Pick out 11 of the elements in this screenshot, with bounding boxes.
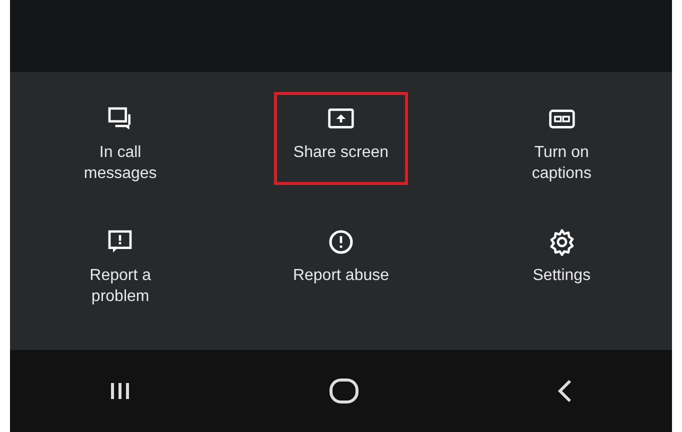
menu-item[interactable]: In call messages	[66, 92, 174, 198]
alert-icon	[326, 228, 355, 256]
recents-icon	[109, 381, 131, 401]
menu-item[interactable]: Share screen	[274, 92, 408, 185]
menu-item[interactable]: Report a problem	[72, 215, 168, 321]
menu-item[interactable]: Settings	[516, 215, 608, 300]
menu-item[interactable]: Turn on captions	[514, 92, 608, 198]
menu-item[interactable]: Report abuse	[276, 215, 406, 300]
back-icon	[557, 379, 573, 403]
settings-icon	[548, 228, 576, 256]
home-icon	[329, 378, 359, 404]
